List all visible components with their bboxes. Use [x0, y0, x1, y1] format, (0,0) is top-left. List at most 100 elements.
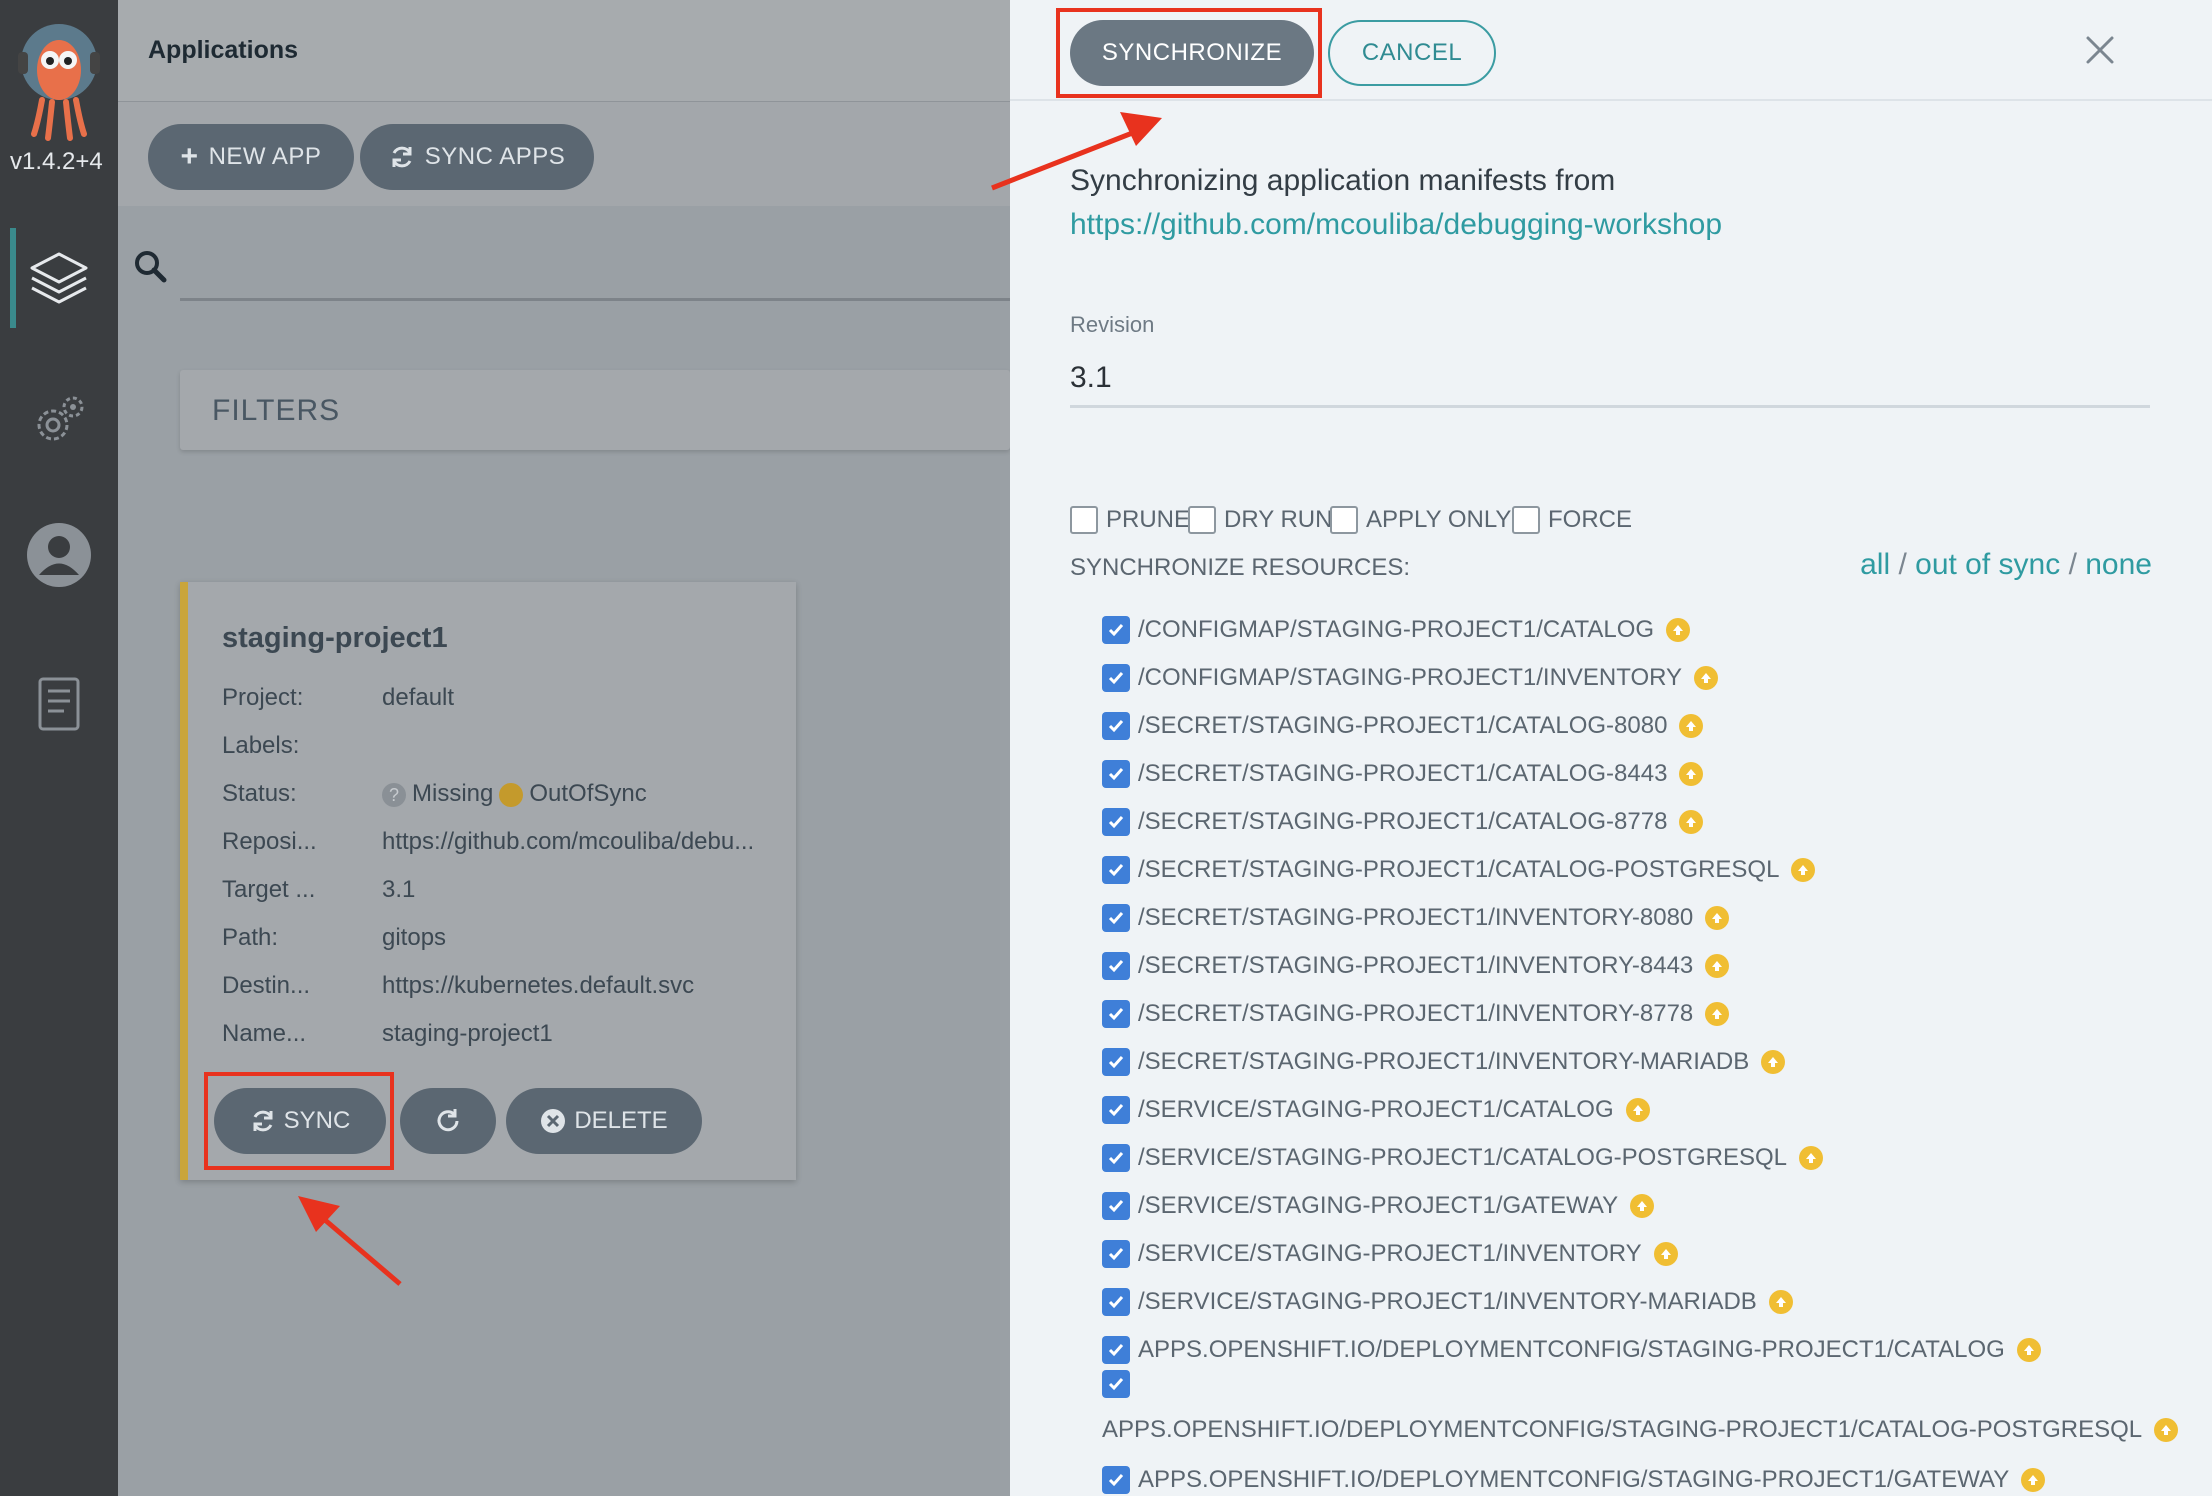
resource-checkbox[interactable] — [1102, 1288, 1130, 1316]
project-value: default — [382, 684, 455, 711]
resource-checkbox[interactable] — [1102, 1192, 1130, 1220]
resource-row[interactable]: /SERVICE/STAGING-PROJECT1/CATALOG — [1102, 1096, 1650, 1124]
resource-label: /SECRET/STAGING-PROJECT1/INVENTORY-8080 — [1138, 904, 1694, 931]
dry-run-checkbox[interactable] — [1188, 506, 1216, 534]
refresh-button[interactable] — [400, 1088, 496, 1154]
sync-icon — [392, 146, 412, 168]
delete-label: DELETE — [574, 1107, 668, 1134]
out-of-sync-icon — [1705, 954, 1730, 978]
layers-icon — [30, 252, 88, 304]
select-none-link[interactable]: none — [2085, 548, 2152, 581]
version-label: v1.4.2+4 — [10, 148, 103, 175]
page-title: Applications — [148, 36, 299, 64]
revision-input[interactable] — [1070, 346, 2150, 408]
resource-label: /SECRET/STAGING-PROJECT1/CATALOG-8778 — [1138, 808, 1668, 835]
resource-checkbox[interactable] — [1102, 1240, 1130, 1268]
nav-user[interactable] — [22, 518, 96, 592]
resource-checkbox[interactable] — [1102, 856, 1130, 884]
resource-checkbox[interactable] — [1102, 1096, 1130, 1124]
separator: / — [2068, 548, 2077, 581]
resource-row[interactable]: /SECRET/STAGING-PROJECT1/INVENTORY-8443 — [1102, 952, 1730, 980]
main-area: Applications + NEW APP SYNC APPS FILTERS… — [118, 0, 1010, 1496]
prune-option[interactable]: PRUNE — [1070, 506, 1190, 534]
resource-checkbox[interactable] — [1102, 1336, 1130, 1364]
nav-applications[interactable] — [22, 242, 96, 316]
resource-label: /SERVICE/STAGING-PROJECT1/CATALOG-POSTGR… — [1138, 1144, 1788, 1171]
nav-active-indicator — [10, 228, 16, 328]
user-icon — [27, 523, 91, 587]
force-label: FORCE — [1548, 506, 1632, 533]
sync-intro-text: Synchronizing application manifests from — [1070, 164, 1616, 197]
force-checkbox[interactable] — [1512, 506, 1540, 534]
nav-docs[interactable] — [22, 668, 96, 742]
status-label: Status: — [222, 780, 297, 807]
resource-row[interactable]: APPS.OPENSHIFT.IO/DEPLOYMENTCONFIG/STAGI… — [1102, 1336, 2041, 1364]
namespace-value: staging-project1 — [382, 1020, 553, 1047]
resource-checkbox[interactable] — [1102, 1000, 1130, 1028]
resource-row-wrapped: APPS.OPENSHIFT.IO/DEPLOYMENTCONFIG/STAGI… — [1102, 1416, 2179, 1444]
apply-only-option[interactable]: APPLY ONLY — [1330, 506, 1511, 534]
resource-checkbox[interactable] — [1102, 616, 1130, 644]
sidebar: v1.4.2+4 — [0, 0, 118, 1496]
select-out-of-sync-link[interactable]: out of sync — [1915, 548, 2060, 581]
search-input[interactable] — [180, 298, 1010, 301]
resource-checkbox[interactable] — [1102, 664, 1130, 692]
close-icon[interactable] — [2080, 30, 2120, 70]
resource-row[interactable]: /SECRET/STAGING-PROJECT1/CATALOG-8443 — [1102, 760, 1704, 788]
sync-status: OutOfSync — [529, 780, 647, 807]
select-all-link[interactable]: all — [1860, 548, 1890, 581]
resource-row[interactable]: /SERVICE/STAGING-PROJECT1/INVENTORY — [1102, 1240, 1678, 1268]
resource-row[interactable]: /SECRET/STAGING-PROJECT1/INVENTORY-MARIA… — [1102, 1048, 1786, 1076]
resource-row[interactable]: /SECRET/STAGING-PROJECT1/CATALOG-8778 — [1102, 808, 1704, 836]
resource-row[interactable]: /SERVICE/STAGING-PROJECT1/CATALOG-POSTGR… — [1102, 1144, 1824, 1172]
resource-row[interactable]: /SECRET/STAGING-PROJECT1/CATALOG-8080 — [1102, 712, 1704, 740]
resource-row[interactable]: APPS.OPENSHIFT.IO/DEPLOYMENTCONFIG/STAGI… — [1102, 1466, 2046, 1494]
prune-checkbox[interactable] — [1070, 506, 1098, 534]
out-of-sync-icon — [1679, 762, 1704, 786]
apply-only-checkbox[interactable] — [1330, 506, 1358, 534]
annotation-box-sync — [204, 1072, 394, 1170]
force-option[interactable]: FORCE — [1512, 506, 1632, 534]
resource-checkbox[interactable] — [1102, 1466, 1130, 1494]
separator: / — [1898, 548, 1907, 581]
destination-label: Destin... — [222, 972, 311, 999]
resource-checkbox[interactable] — [1102, 904, 1130, 932]
gears-icon — [37, 396, 84, 441]
new-app-button[interactable]: + NEW APP — [148, 124, 354, 190]
resource-checkbox[interactable] — [1102, 712, 1130, 740]
namespace-label: Name... — [222, 1020, 307, 1047]
resource-label: /SERVICE/STAGING-PROJECT1/INVENTORY-MARI… — [1138, 1288, 1757, 1315]
resource-checkbox[interactable] — [1102, 1048, 1130, 1076]
resource-label: /CONFIGMAP/STAGING-PROJECT1/INVENTORY — [1138, 664, 1683, 691]
repository-label: Reposi... — [222, 828, 317, 855]
resource-checkbox[interactable] — [1102, 1144, 1130, 1172]
resource-checkbox[interactable] — [1102, 952, 1130, 980]
filters-panel[interactable]: FILTERS — [180, 370, 1010, 450]
resource-row[interactable]: /SERVICE/STAGING-PROJECT1/GATEWAY — [1102, 1192, 1655, 1220]
resource-row[interactable]: /SECRET/STAGING-PROJECT1/CATALOG-POSTGRE… — [1102, 856, 1816, 884]
resource-row[interactable]: /SECRET/STAGING-PROJECT1/INVENTORY-8080 — [1102, 904, 1730, 932]
resource-label: /SECRET/STAGING-PROJECT1/CATALOG-8443 — [1138, 760, 1668, 787]
question-circle-icon: ? — [382, 782, 406, 807]
resource-row[interactable]: /CONFIGMAP/STAGING-PROJECT1/INVENTORY — [1102, 664, 1719, 692]
new-app-label: NEW APP — [208, 143, 322, 170]
resource-label: /SECRET/STAGING-PROJECT1/INVENTORY-8778 — [1138, 1000, 1694, 1027]
resource-label: /SERVICE/STAGING-PROJECT1/GATEWAY — [1138, 1192, 1619, 1219]
dry-run-option[interactable]: DRY RUN — [1188, 506, 1332, 534]
target-value: 3.1 — [382, 876, 416, 903]
resource-row[interactable] — [1102, 1370, 1130, 1398]
sync-apps-button[interactable]: SYNC APPS — [360, 124, 594, 190]
out-of-sync-icon — [1768, 1290, 1793, 1314]
delete-button[interactable]: DELETE — [506, 1088, 702, 1154]
cancel-button[interactable]: CANCEL — [1328, 20, 1496, 86]
resource-checkbox[interactable] — [1102, 1370, 1130, 1398]
out-of-sync-icon — [1679, 714, 1704, 738]
repo-link[interactable]: https://github.com/mcouliba/debugging-wo… — [1070, 208, 1722, 242]
resource-row[interactable]: /CONFIGMAP/STAGING-PROJECT1/CATALOG — [1102, 616, 1691, 644]
nav-settings[interactable] — [22, 384, 96, 458]
resource-row[interactable]: /SECRET/STAGING-PROJECT1/INVENTORY-8778 — [1102, 1000, 1730, 1028]
resource-row[interactable]: /SERVICE/STAGING-PROJECT1/INVENTORY-MARI… — [1102, 1288, 1793, 1316]
resource-checkbox[interactable] — [1102, 760, 1130, 788]
resource-checkbox[interactable] — [1102, 808, 1130, 836]
repository-value: https://github.com/mcouliba/debu... — [382, 828, 755, 855]
